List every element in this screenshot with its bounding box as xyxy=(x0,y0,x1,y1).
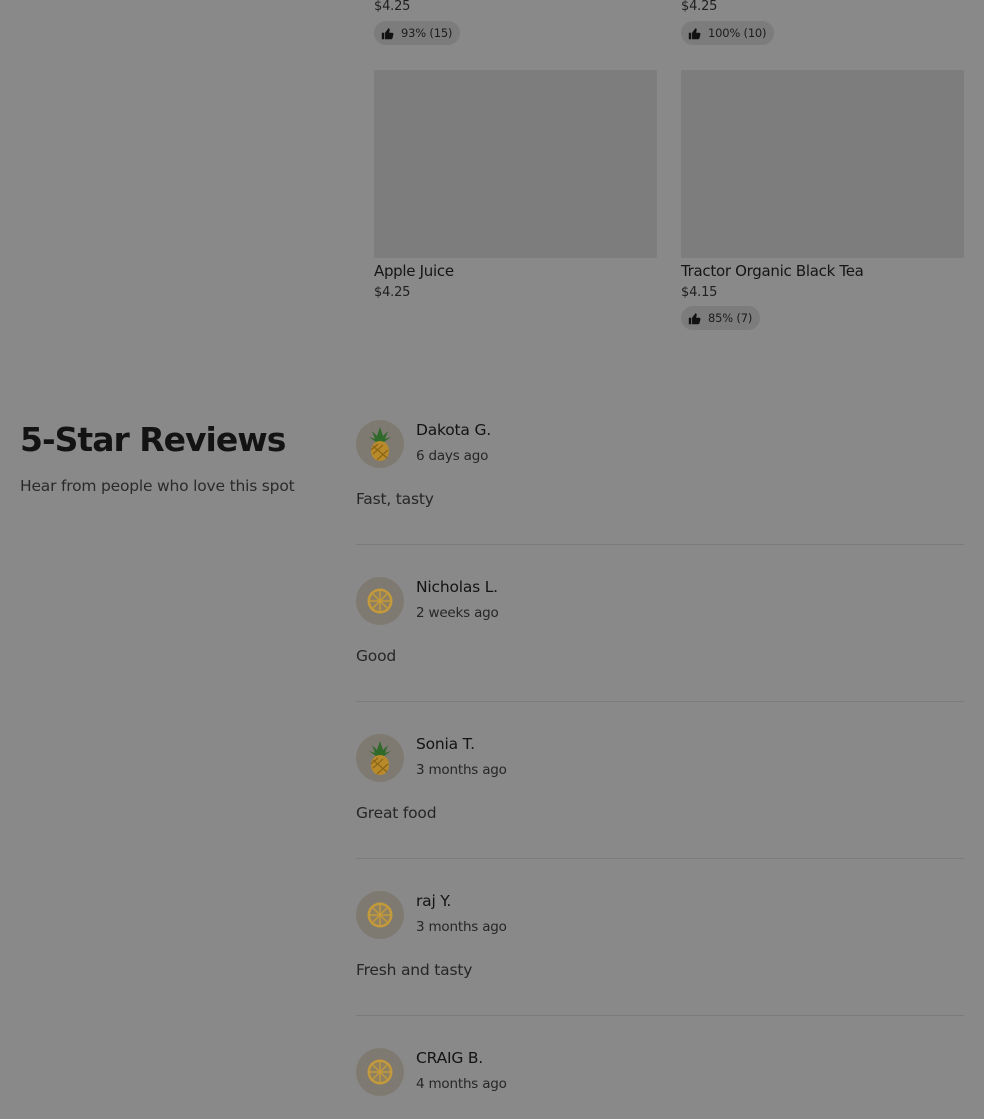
reviewer-name: raj Y. xyxy=(416,892,452,910)
reviewer-name: Sonia T. xyxy=(416,735,475,753)
avatar xyxy=(356,734,404,782)
product-name: Tractor Organic Black Tea xyxy=(681,262,864,280)
review-time: 3 months ago xyxy=(416,762,507,778)
reviews-section-title: 5-Star Reviews xyxy=(20,420,286,459)
review-text: Good xyxy=(356,647,397,665)
product-image[interactable] xyxy=(681,70,964,258)
thumbs-up-icon xyxy=(381,27,394,39)
divider xyxy=(356,701,964,702)
review-text: Fresh and tasty xyxy=(356,961,473,979)
pineapple-icon xyxy=(369,741,391,775)
divider xyxy=(356,544,964,545)
review-time: 3 months ago xyxy=(416,919,507,935)
rating-text: 100% (10) xyxy=(708,26,767,40)
product-price: $4.15 xyxy=(681,285,718,300)
reviews-section-subtitle: Hear from people who love this spot xyxy=(20,477,295,495)
product-card-apple-juice[interactable]: Apple Juice $4.25 xyxy=(374,70,657,300)
review-text: Fast, tasty xyxy=(356,490,434,508)
product-price: $4.25 xyxy=(374,285,411,300)
avatar xyxy=(356,577,404,625)
avatar xyxy=(356,891,404,939)
reviewer-name: Dakota G. xyxy=(416,421,491,439)
product-rating: 85% (7) xyxy=(681,306,761,330)
top-item-rating-1: 93% (15) xyxy=(374,21,461,45)
product-card-black-tea[interactable]: Tractor Organic Black Tea $4.15 85% (7) xyxy=(681,70,964,330)
reviewer-name: Nicholas L. xyxy=(416,578,498,596)
review-item: Nicholas L. 2 weeks ago Good xyxy=(356,577,964,703)
review-item: Sonia T. 3 months ago Great food xyxy=(356,734,964,860)
product-name: Apple Juice xyxy=(374,262,454,280)
citrus-slice-icon xyxy=(367,902,393,928)
review-item: CRAIG B. 4 months ago xyxy=(356,1048,964,1119)
reviewer-name: CRAIG B. xyxy=(416,1049,484,1067)
top-item-price-2: $4.25 xyxy=(681,0,718,14)
review-time: 4 months ago xyxy=(416,1076,507,1092)
thumbs-up-icon xyxy=(688,27,701,39)
divider xyxy=(356,1015,964,1016)
divider xyxy=(356,858,964,859)
review-item: Dakota G. 6 days ago Fast, tasty xyxy=(356,420,964,546)
rating-text: 85% (7) xyxy=(708,311,753,325)
top-item-rating-2: 100% (10) xyxy=(681,21,775,45)
thumbs-up-icon xyxy=(688,312,701,324)
avatar xyxy=(356,1048,404,1096)
review-item: raj Y. 3 months ago Fresh and tasty xyxy=(356,891,964,1017)
top-item-price-1: $4.25 xyxy=(374,0,411,14)
pineapple-icon xyxy=(369,427,391,461)
review-text: Great food xyxy=(356,804,437,822)
rating-text: 93% (15) xyxy=(401,26,453,40)
product-image[interactable] xyxy=(374,70,657,258)
review-time: 6 days ago xyxy=(416,448,489,464)
avatar xyxy=(356,420,404,468)
citrus-slice-icon xyxy=(367,588,393,614)
review-time: 2 weeks ago xyxy=(416,605,499,621)
citrus-slice-icon xyxy=(367,1059,393,1085)
